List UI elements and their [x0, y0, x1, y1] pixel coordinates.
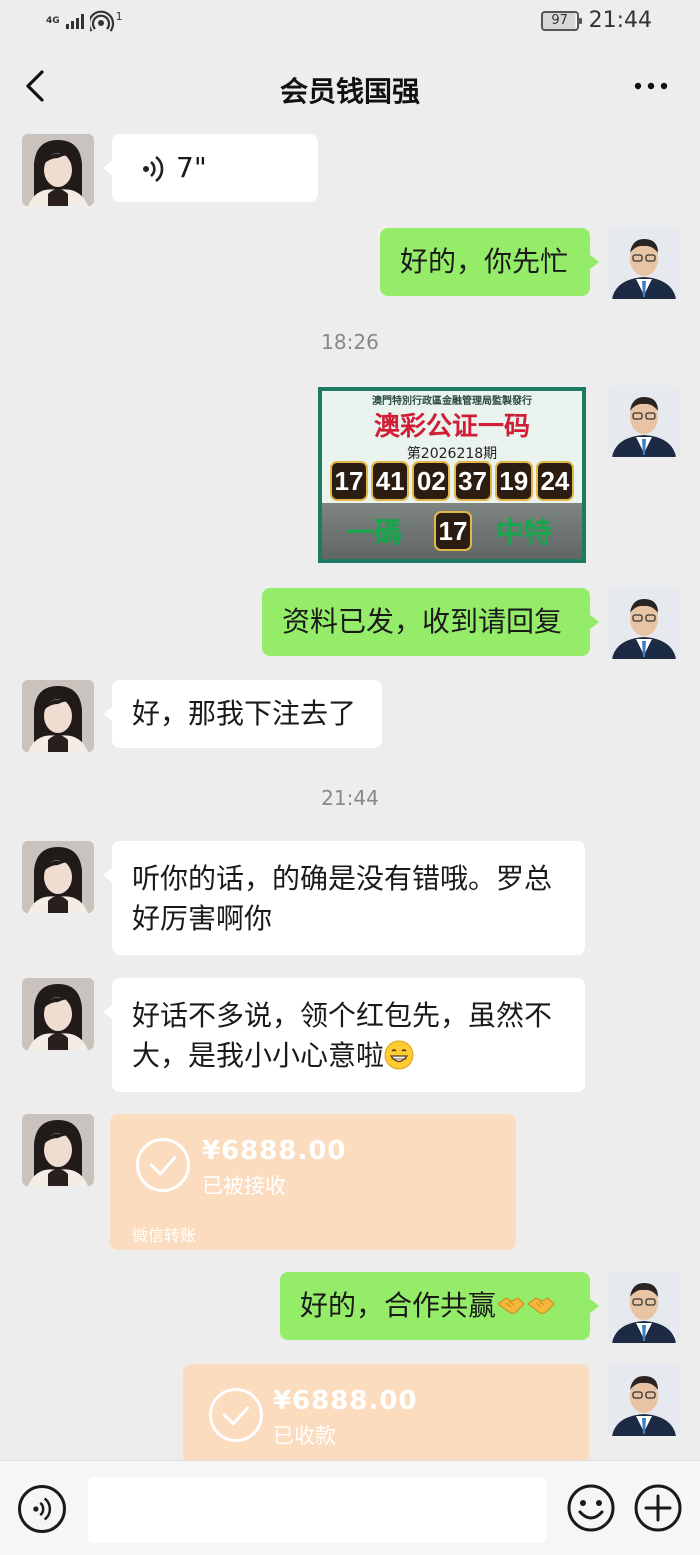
voice-input-icon[interactable] — [18, 1485, 66, 1533]
clock: 21:44 — [588, 8, 652, 33]
network-indicator: 4G — [46, 15, 60, 26]
lottery-bottom-left: 一碼 — [346, 516, 403, 549]
contact-photo — [22, 1114, 94, 1186]
lottery-number: 37 — [453, 461, 492, 501]
message-text: 好话不多说，领个红包先，虽然不大，是我小小心意啦 — [132, 999, 553, 1072]
network-type: 4G — [46, 15, 60, 26]
transfer-status: 已收款 — [273, 1424, 336, 1448]
contact-avatar[interactable] — [22, 978, 94, 1050]
message-text: 听你的话，的确是没有错哦。罗总好厉害啊你 — [132, 862, 553, 935]
page-title: 会员钱国强 — [279, 75, 420, 108]
voice-message-bubble[interactable]: 7" — [103, 134, 318, 202]
status-bar: 4G 1 97 21:44 — [0, 0, 700, 46]
message-bubble[interactable]: 好的，合作共赢 — [280, 1272, 599, 1340]
transfer-amount: ¥6888.00 — [202, 1136, 347, 1166]
lottery-title: 澳彩公证一码 — [373, 412, 530, 442]
message-bubble[interactable]: 资料已发，收到请回复 — [262, 588, 599, 656]
lottery-bottom-right: 中特 — [495, 516, 552, 549]
voice-duration: 7" — [176, 151, 207, 184]
status-left: 4G 1 — [46, 10, 123, 32]
contact-photo — [22, 680, 94, 752]
contact-photo — [22, 841, 94, 913]
contact-avatar[interactable] — [22, 1114, 94, 1186]
handshake-emoji — [527, 1297, 555, 1314]
battery-icon: 97 — [540, 10, 582, 31]
emoji-icon[interactable] — [566, 1483, 616, 1533]
lottery-numbers: 17 41 02 37 19 24 — [330, 461, 574, 501]
hotspot-icon — [89, 10, 114, 32]
transfer-status: 已被接收 — [202, 1174, 286, 1198]
battery-level: 97 — [551, 13, 568, 28]
self-avatar[interactable] — [608, 227, 680, 299]
lottery-number: 24 — [535, 461, 574, 501]
lottery-period: 第2026218期 — [406, 446, 498, 462]
contact-photo — [22, 134, 94, 206]
grin-emoji — [384, 1040, 414, 1070]
self-photo — [608, 385, 680, 457]
message-bubble[interactable]: 听你的话，的确是没有错哦。罗总好厉害啊你 — [103, 841, 585, 955]
hotspot-count: 1 — [115, 9, 123, 23]
lottery-number: 41 — [371, 461, 410, 501]
contact-avatar[interactable] — [22, 841, 94, 913]
transfer-card-collected[interactable]: ¥6888.00 已收款 — [183, 1364, 589, 1464]
timestamp: 21:44 — [321, 786, 379, 810]
nav-bar: 会员钱国强 — [0, 46, 700, 128]
check-icon — [209, 1388, 263, 1442]
self-photo — [608, 1271, 680, 1343]
self-photo — [608, 1364, 680, 1436]
self-avatar[interactable] — [608, 1364, 680, 1436]
contact-avatar[interactable] — [22, 680, 94, 752]
self-avatar[interactable] — [608, 385, 680, 457]
handshake-emoji — [497, 1297, 525, 1314]
message-text: 资料已发，收到请回复 — [282, 605, 563, 638]
transfer-card-received[interactable]: ¥6888.00 已被接收 微信转账 — [110, 1114, 516, 1250]
transfer-amount: ¥6888.00 — [273, 1386, 418, 1416]
input-bar — [0, 1460, 700, 1555]
voice-wave-icon — [143, 155, 164, 183]
self-avatar[interactable] — [608, 1271, 680, 1343]
message-text: 好的，合作共赢 — [300, 1289, 497, 1322]
self-photo — [608, 587, 680, 659]
check-icon — [136, 1138, 190, 1192]
lottery-number: 02 — [412, 461, 451, 501]
plus-icon[interactable] — [633, 1483, 683, 1533]
message-text: 好的，你先忙 — [400, 245, 569, 278]
transfer-footer: 微信转账 — [132, 1226, 197, 1245]
message-bubble[interactable]: 好话不多说，领个红包先，虽然不大，是我小小心意啦 — [103, 978, 585, 1092]
message-text: 好，那我下注去了 — [132, 697, 357, 730]
more-icon[interactable] — [634, 78, 668, 94]
timestamp: 18:26 — [321, 330, 379, 354]
message-input[interactable] — [88, 1477, 546, 1543]
status-right: 97 21:44 — [540, 8, 652, 33]
contact-photo — [22, 978, 94, 1050]
self-avatar[interactable] — [608, 587, 680, 659]
lottery-bottom-band: 一碼 17 中特 — [322, 503, 582, 559]
lottery-number: 19 — [494, 461, 533, 501]
lottery-number: 17 — [330, 461, 368, 501]
lottery-image[interactable]: 澳門特別行政區金融管理局監製發行 澳彩公证一码 第2026218期 17 41 … — [318, 387, 586, 563]
contact-avatar[interactable] — [22, 134, 94, 206]
message-bubble[interactable]: 好，那我下注去了 — [103, 680, 382, 748]
lottery-header: 澳門特別行政區金融管理局監製發行 — [372, 396, 532, 407]
message-bubble[interactable]: 好的，你先忙 — [380, 228, 599, 296]
self-photo — [608, 227, 680, 299]
signal-icon — [65, 13, 84, 29]
lottery-special-number: 17 — [434, 511, 472, 551]
